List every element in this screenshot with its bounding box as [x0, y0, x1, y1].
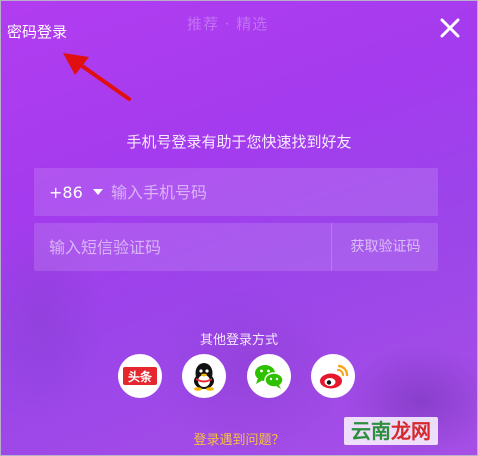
close-icon — [440, 18, 460, 38]
sms-code-input[interactable] — [49, 223, 329, 271]
watermark-part-2: 龙网 — [391, 419, 431, 443]
country-code-select[interactable]: +86 — [49, 168, 103, 216]
background-title: 推荐 · 精选 — [187, 15, 269, 33]
close-button[interactable] — [437, 15, 463, 41]
wechat-login-button[interactable] — [247, 354, 291, 398]
password-login-link[interactable]: 密码登录 — [7, 21, 67, 42]
login-dialog: 推荐 · 精选 密码登录 手机号登录有助于您快速找到好友 +86 获取验证码 其… — [0, 0, 478, 456]
weibo-login-button[interactable] — [311, 354, 355, 398]
country-code: +86 — [49, 182, 83, 202]
annotation-arrow-icon — [63, 53, 131, 101]
toutiao-login-button[interactable]: 头条 — [118, 354, 162, 398]
toutiao-icon: 头条 — [123, 367, 157, 385]
qq-icon — [194, 363, 214, 391]
caret-down-icon — [92, 188, 103, 195]
weibo-icon — [320, 364, 349, 389]
phone-row: +86 — [34, 168, 438, 216]
phone-input[interactable] — [111, 168, 421, 216]
qq-login-button[interactable] — [182, 354, 226, 398]
get-code-button[interactable]: 获取验证码 — [331, 223, 439, 271]
other-login-title: 其他登录方式 — [199, 333, 278, 348]
login-tip: 手机号登录有助于您快速找到好友 — [126, 133, 352, 151]
code-row: 获取验证码 — [34, 223, 438, 271]
toutiao-label: 头条 — [128, 369, 153, 384]
wechat-icon — [255, 365, 284, 389]
site-watermark: 云南龙网 — [344, 417, 438, 445]
watermark-part-1: 云南 — [351, 419, 391, 443]
